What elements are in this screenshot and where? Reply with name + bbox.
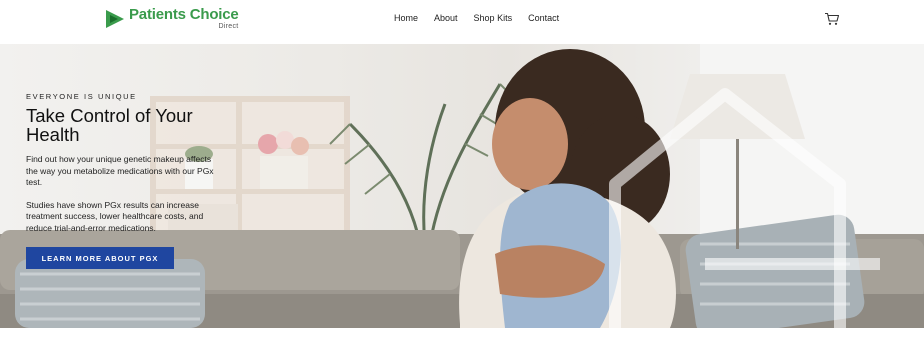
hero-headline: Take Control of Your Health xyxy=(26,105,193,145)
hero-eyebrow: EVERYONE IS UNIQUE xyxy=(26,92,137,101)
woman xyxy=(459,49,676,328)
learn-more-pgx-button[interactable]: LEARN MORE ABOUT PGX xyxy=(26,247,174,269)
hero-paragraph-1: Find out how your unique genetic makeup … xyxy=(26,154,214,187)
hero-banner: EVERYONE IS UNIQUE Take Control of Your … xyxy=(0,44,924,328)
logo-mark-icon xyxy=(106,10,124,28)
page-bottom-strip xyxy=(0,328,924,344)
nav-about[interactable]: About xyxy=(434,13,458,23)
nav-shop-kits[interactable]: Shop Kits xyxy=(474,13,513,23)
hero-paragraph-2: Studies have shown PGx results can incre… xyxy=(26,199,204,233)
nav-contact[interactable]: Contact xyxy=(528,13,559,23)
nav-home[interactable]: Home xyxy=(394,13,418,23)
brand-wordmark: Patients Choice Direct xyxy=(129,7,239,30)
hero-copy: EVERYONE IS UNIQUE Take Control of Your … xyxy=(26,92,216,269)
brand-name: Patients Choice xyxy=(129,6,239,23)
brand-sub: Direct xyxy=(218,23,239,30)
brand-logo[interactable]: Patients Choice Direct xyxy=(104,7,240,33)
cart-icon[interactable] xyxy=(824,12,840,26)
main-nav: Home About Shop Kits Contact xyxy=(394,13,575,23)
site-header: Patients Choice Direct Home About Shop K… xyxy=(0,0,924,44)
